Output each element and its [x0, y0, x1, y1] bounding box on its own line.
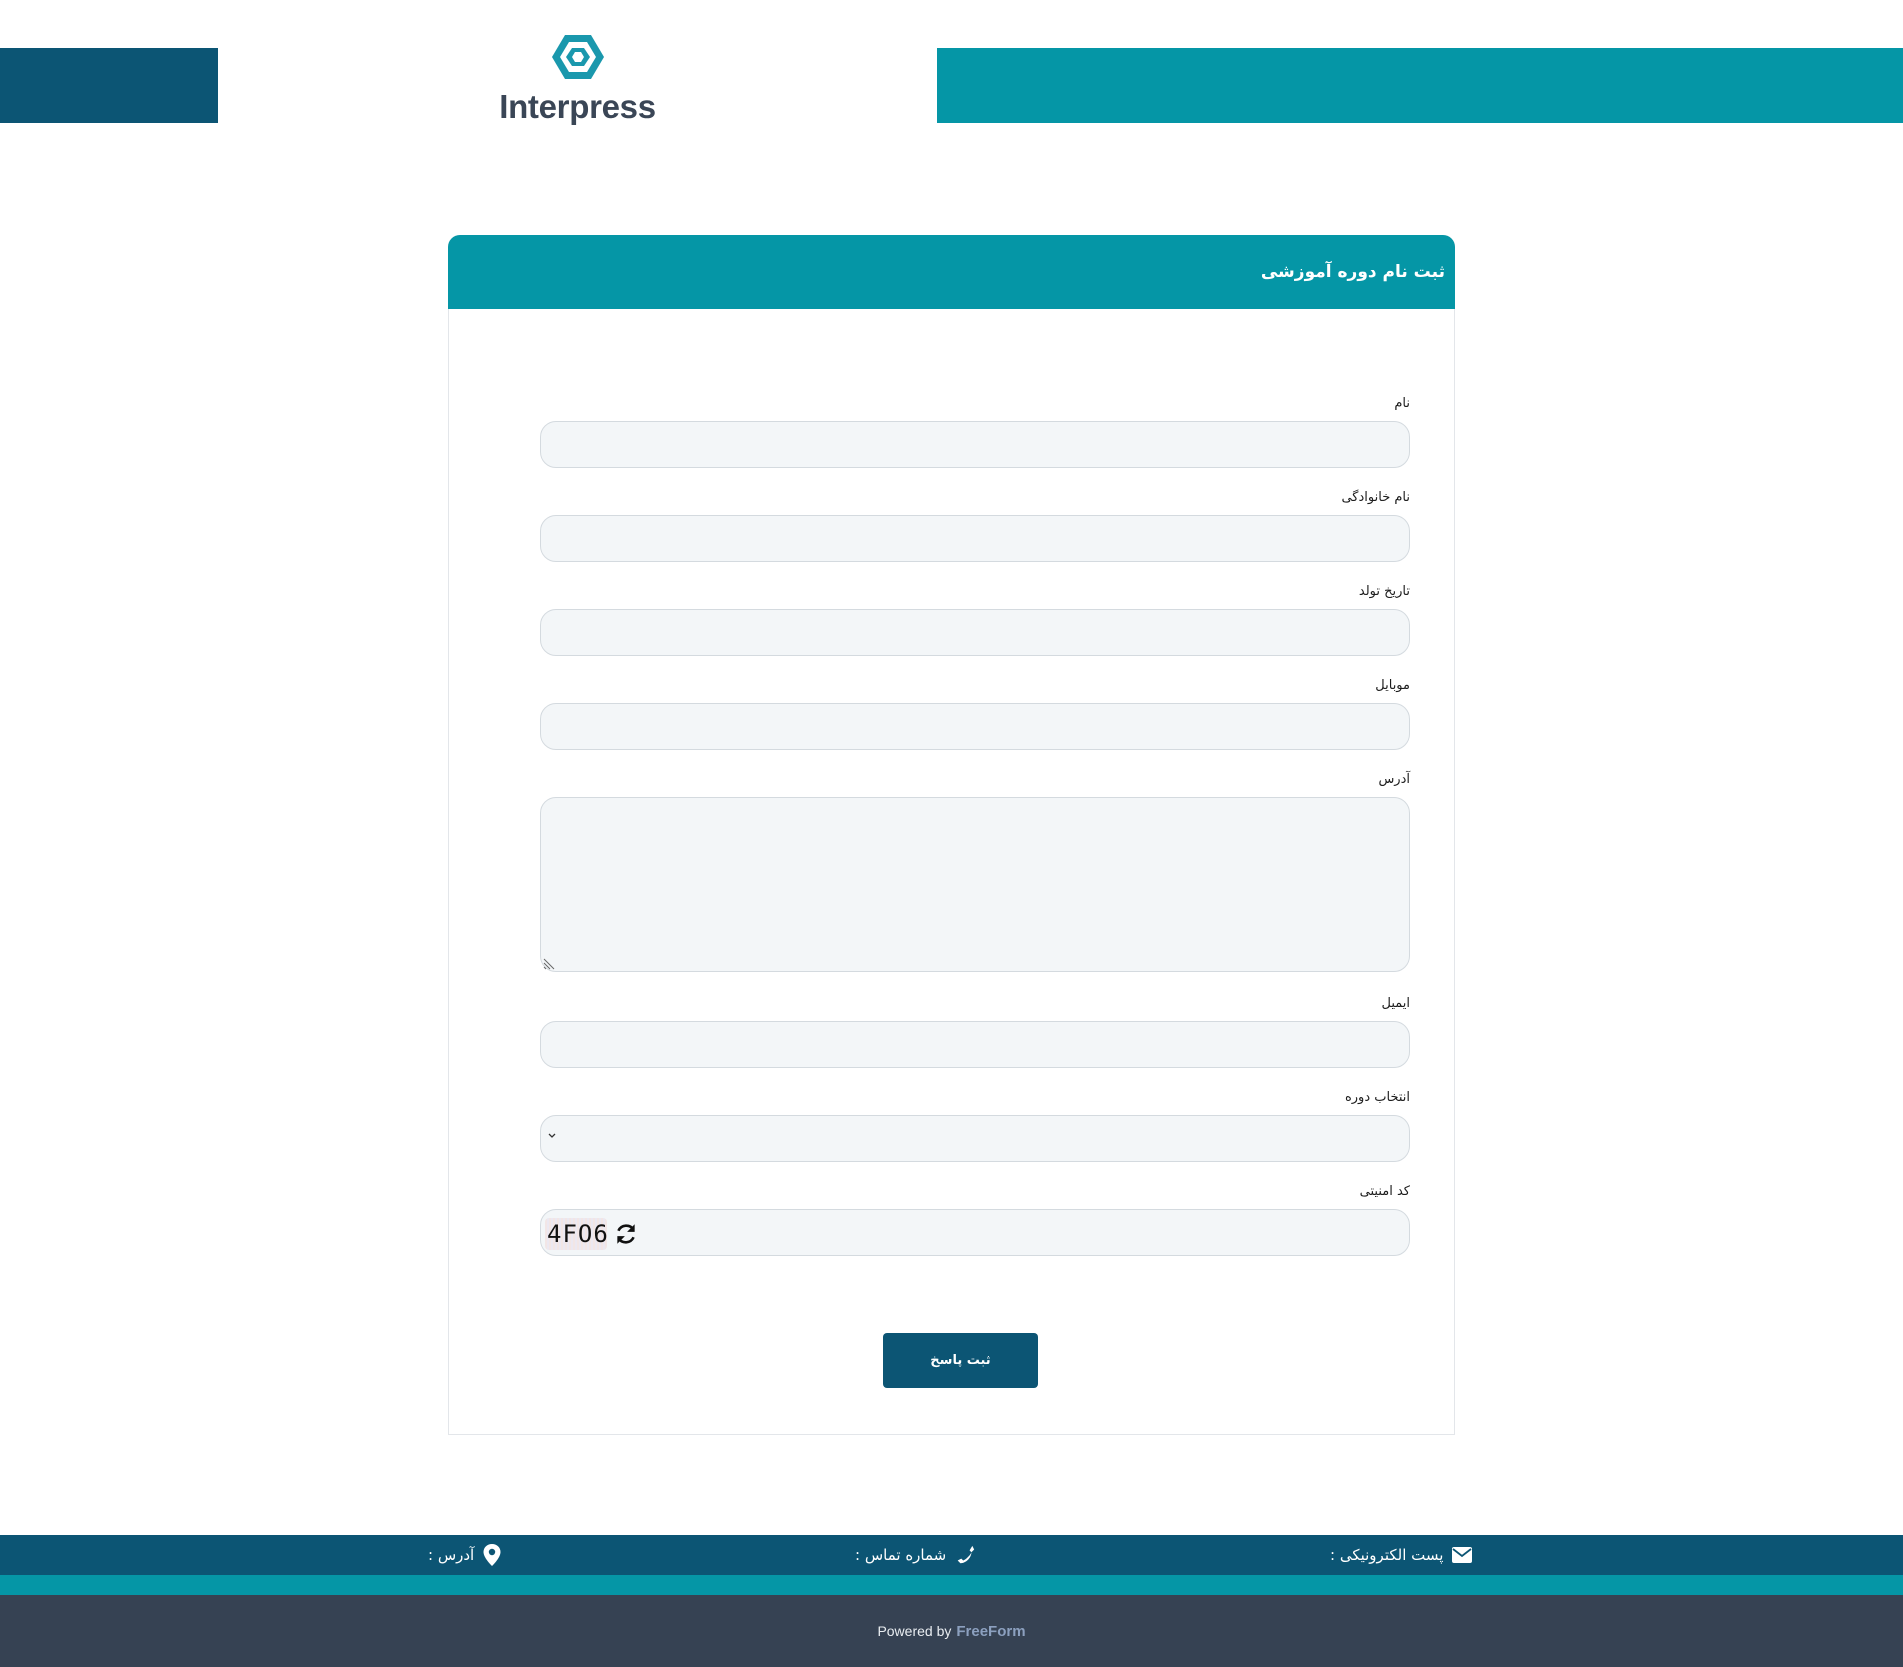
form-header: ثبت نام دوره آموزشی	[448, 235, 1455, 309]
footer-credits: Powered by FreeForm	[0, 1595, 1903, 1667]
captcha-image: 4FO6	[545, 1218, 609, 1250]
hexagon-logo-icon	[551, 35, 604, 79]
envelope-icon	[1452, 1547, 1473, 1563]
course-label: انتخاب دوره	[1344, 1090, 1410, 1105]
footer-address-label: آدرس :	[428, 1546, 475, 1564]
birth-date-input[interactable]	[540, 609, 1410, 656]
footer-email-label: پست الکترونیکی :	[1330, 1546, 1444, 1564]
captcha: 4FO6	[545, 1218, 639, 1250]
footer-phone-label: شماره تماس :	[855, 1546, 947, 1564]
captcha-label: کد امنیتی	[1359, 1184, 1410, 1199]
registration-form-card: ثبت نام دوره آموزشی نام نام خانوادگی تار…	[448, 235, 1455, 1435]
address-label: آدرس	[1378, 772, 1410, 787]
mobile-input[interactable]	[540, 703, 1410, 750]
first-name-label: نام	[1394, 396, 1410, 411]
email-label: ایمیل	[1381, 996, 1410, 1011]
brand-name: Interpress	[499, 88, 656, 125]
footer-email: پست الکترونیکی :	[1330, 1535, 1473, 1575]
footer-phone: شماره تماس :	[855, 1535, 976, 1575]
captcha-input[interactable]: 4FO6	[540, 1209, 1410, 1256]
mobile-label: موبایل	[1375, 678, 1410, 693]
form-title: ثبت نام دوره آموزشی	[1260, 262, 1445, 282]
header-band-right	[937, 48, 1903, 123]
logo[interactable]: Interpress	[490, 32, 665, 126]
submit-button[interactable]: ثبت پاسخ	[883, 1333, 1038, 1388]
footer-stripe	[0, 1575, 1903, 1595]
footer-contact-bar: پست الکترونیکی : شماره تماس : آدرس :	[0, 1535, 1903, 1575]
location-pin-icon	[483, 1544, 501, 1566]
chevron-down-icon	[548, 1133, 556, 1138]
first-name-input[interactable]	[540, 421, 1410, 468]
course-select[interactable]	[540, 1115, 1410, 1162]
refresh-icon[interactable]	[613, 1221, 639, 1247]
phone-icon	[957, 1545, 975, 1564]
footer-address: آدرس :	[428, 1535, 502, 1575]
header-band-left	[0, 48, 218, 123]
last-name-input[interactable]	[540, 515, 1410, 562]
address-textarea[interactable]	[540, 797, 1410, 972]
powered-by-text: Powered by	[877, 1623, 952, 1639]
freeform-link[interactable]: FreeForm	[956, 1623, 1025, 1640]
resize-handle-icon[interactable]	[543, 956, 557, 970]
email-input[interactable]	[540, 1021, 1410, 1068]
last-name-label: نام خانوادگی	[1341, 490, 1410, 505]
birth-date-label: تاریخ تولد	[1358, 584, 1410, 599]
